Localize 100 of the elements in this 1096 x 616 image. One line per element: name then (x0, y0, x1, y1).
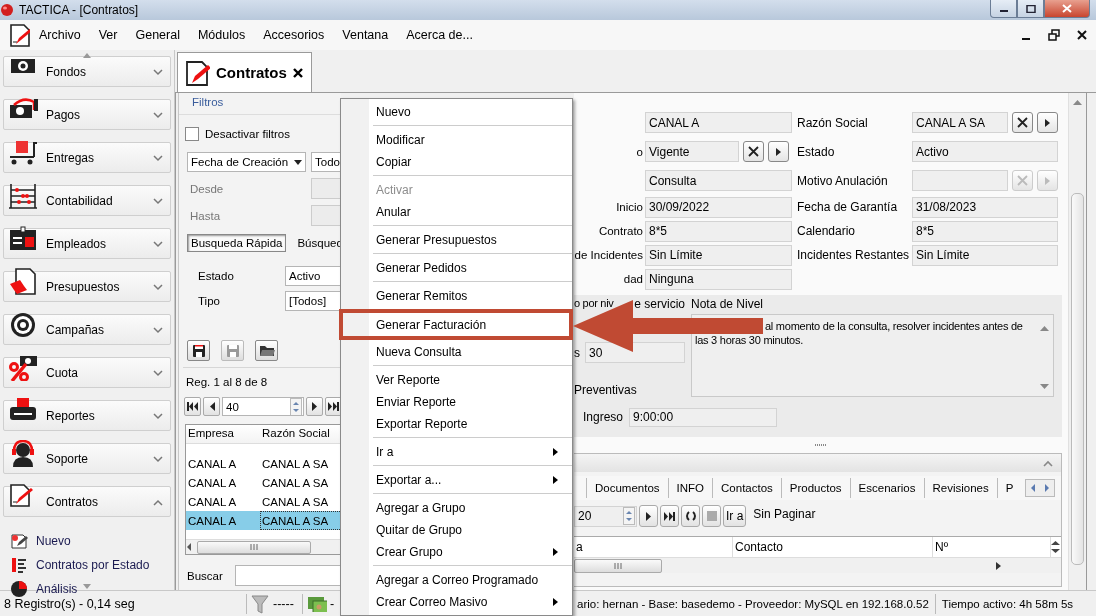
column-header[interactable]: Empresa (186, 425, 260, 443)
text-field[interactable]: 30/09/2022 (645, 196, 792, 218)
page-size-field[interactable]: 20 (574, 505, 637, 527)
sidebar-section[interactable]: Entregas (3, 142, 171, 173)
note-text: al momento de la consulta, resolver incidentes antes de (765, 319, 1023, 333)
menu-item[interactable]: Generar Presupuestos (341, 229, 572, 251)
menu-item[interactable]: Nuevo (341, 101, 572, 123)
sidebar-section[interactable]: Soporte (3, 443, 171, 474)
tab[interactable]: Productos (780, 478, 850, 498)
tab[interactable]: Revisiones (923, 478, 997, 498)
menu-item[interactable]: Acerca de... (397, 25, 482, 45)
sidebar-item[interactable]: Nuevo (36, 534, 71, 548)
go-to-button[interactable]: Ir a (723, 505, 747, 527)
column-header[interactable]: Nº (933, 537, 1051, 557)
text-field[interactable]: 8*5 (645, 220, 792, 242)
menu-item[interactable]: Accesorios (254, 25, 334, 45)
text-field[interactable]: Sin Límite (912, 244, 1058, 266)
sidebar-item[interactable]: Análisis (36, 582, 78, 596)
field-label: o (636, 145, 643, 158)
sidebar-section[interactable]: Empleados (3, 228, 171, 259)
page-size-field[interactable]: 40 (222, 397, 304, 416)
dropdown-field[interactable]: [Todos] (285, 291, 341, 311)
text-field[interactable]: Activo (912, 141, 1058, 162)
text-field[interactable]: CANAL A (645, 112, 792, 133)
field-label: dad (623, 273, 643, 285)
menu-item[interactable]: Generar Remitos (341, 285, 572, 307)
column-header[interactable]: Contacto (733, 537, 933, 557)
date-field-dropdown[interactable]: Fecha de Creación (187, 152, 306, 172)
search-tab[interactable]: Busqueda Rápida (187, 234, 287, 252)
table-cell-text: CANAL A SA (261, 476, 330, 489)
menu-item[interactable]: Módulos (188, 25, 255, 45)
column-header[interactable]: Razón Social (260, 425, 341, 443)
text-field[interactable]: Consulta (645, 170, 792, 191)
text-field[interactable]: Ninguna (645, 268, 792, 290)
sidebar-section[interactable]: Reportes (3, 400, 171, 431)
sidebar-section[interactable]: Contabilidad (3, 185, 171, 216)
menu-item[interactable]: Ver (89, 25, 127, 45)
column-header[interactable]: a (574, 537, 733, 557)
text-field[interactable]: Sin Límite (645, 244, 792, 266)
paging-label: Sin Paginar (753, 507, 816, 521)
menu-item[interactable]: Generar Facturación (339, 309, 573, 340)
text-field[interactable]: 31/08/2023 (912, 196, 1058, 218)
period-dropdown[interactable]: Todo (311, 152, 341, 172)
menu-item[interactable]: Exportar Reporte (341, 413, 572, 435)
field-label: Estado (797, 144, 835, 159)
dropdown-field[interactable]: Activo (285, 266, 341, 286)
section-label: Nota de Nivel (691, 297, 764, 313)
tab[interactable]: Contactos (712, 478, 781, 498)
field-label: Ingreso (583, 410, 624, 424)
table-cell-text: CANAL A (187, 457, 238, 470)
text-field[interactable]: 30 (585, 342, 685, 363)
tab[interactable]: Escenarios (849, 478, 924, 498)
menu-item[interactable]: Archivo (30, 25, 90, 45)
sidebar-section[interactable]: Presupuestos (3, 271, 171, 302)
document-tab[interactable]: Contratos (177, 52, 312, 92)
tab[interactable]: Documentos (586, 478, 668, 498)
sidebar-section[interactable]: Fondos (3, 56, 171, 87)
field-label: Buscar (187, 569, 224, 582)
text-field[interactable]: Vigente (645, 141, 739, 162)
tab[interactable]: INFO (667, 478, 713, 498)
menu-item[interactable]: Agregar a Correo Programado (341, 569, 572, 591)
menu-item[interactable]: Crear Grupo (341, 541, 572, 563)
window-title: TACTICA - [Contratos] (19, 3, 139, 17)
text-field[interactable]: CANAL A SA (912, 112, 1008, 133)
sidebar-section[interactable]: Pagos (3, 99, 171, 130)
table-cell-text: CANAL A SA (261, 495, 330, 508)
status-text: ----- (273, 596, 294, 611)
menu-item[interactable]: Quitar de Grupo (341, 519, 572, 541)
menu-item[interactable]: General (126, 25, 189, 45)
text-field[interactable]: 9:00:00 (629, 407, 778, 427)
status-text: Tiempo activo: 4h 58m 5s (941, 597, 1074, 610)
menu-item[interactable]: Generar Pedidos (341, 257, 572, 279)
menu-item[interactable]: Ventana (333, 25, 398, 45)
text-field[interactable]: 8*5 (912, 220, 1058, 242)
field-label: Contrato (598, 225, 643, 237)
table-cell-text: CANAL A (187, 514, 238, 527)
menu-item[interactable]: Crear Correo Masivo (341, 591, 572, 613)
tab[interactable]: P (996, 478, 1022, 498)
field-label: Fecha de Garantía (797, 200, 898, 214)
sidebar-item[interactable]: Contratos por Estado (36, 558, 150, 572)
checkbox-label: Desactivar filtros (205, 128, 290, 140)
menu-item[interactable]: Nueva Consulta (341, 341, 572, 363)
sidebar-section[interactable]: Cuota (3, 357, 171, 388)
sidebar-section[interactable]: Contratos (3, 486, 171, 517)
menu-item[interactable]: Modificar (341, 129, 572, 151)
section-label: e servicio (634, 297, 685, 313)
menu-item[interactable]: Ver Reporte (341, 369, 572, 391)
sidebar-section[interactable]: Campañas (3, 314, 171, 345)
menu-item[interactable]: Anular (341, 201, 572, 223)
note-textarea[interactable]: al momento de la consulta, resolver incidentes antes de las 3 horas 30 minutos. (691, 314, 1054, 397)
menu-item[interactable]: Ir a (341, 441, 572, 463)
section-label: o por niv (574, 297, 614, 311)
field-label: Calendario (797, 224, 856, 238)
menu-item[interactable]: Exportar a... (341, 469, 572, 491)
menu-item[interactable]: Copiar (341, 151, 572, 173)
menu-item[interactable]: Agregar a Grupo (341, 497, 572, 519)
field-label: Desde (189, 182, 225, 195)
menu-item[interactable]: Enviar Reporte (341, 391, 572, 413)
note-text: las 3 horas 30 minutos. (695, 333, 803, 347)
table-cell-text: CANAL A SA (261, 457, 330, 470)
